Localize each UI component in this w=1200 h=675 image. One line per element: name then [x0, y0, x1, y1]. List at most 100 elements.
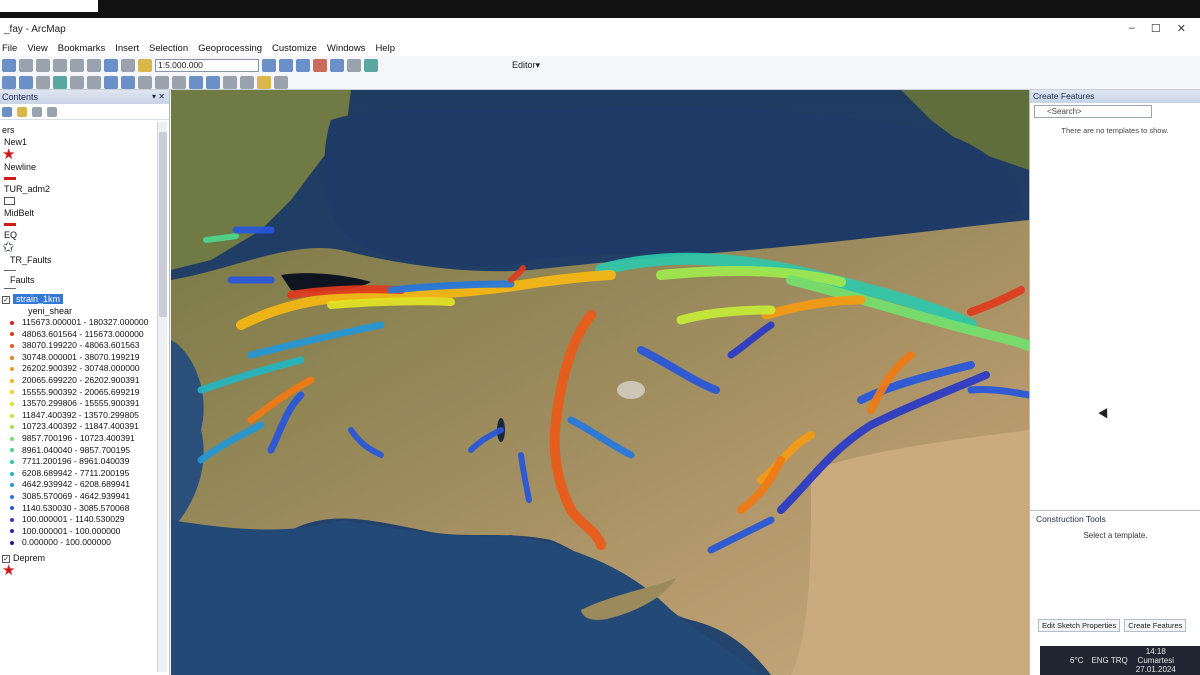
- legend-class-row[interactable]: 1140.530030 - 3085.570068: [2, 503, 169, 515]
- copy-icon[interactable]: [53, 59, 67, 72]
- menu-selection[interactable]: Selection: [149, 43, 188, 54]
- legend-class-row[interactable]: 3085.570069 - 4642.939941: [2, 491, 169, 503]
- arctoolbox-icon[interactable]: [330, 59, 344, 72]
- template-search-input[interactable]: <Search>: [1034, 105, 1152, 118]
- legend-class-row[interactable]: 115673.000001 - 180327.000000: [2, 317, 169, 329]
- map-view[interactable]: [171, 90, 1029, 675]
- layer-strain-1km[interactable]: ✓ strain_1km: [2, 293, 169, 305]
- undo-icon[interactable]: [104, 59, 118, 72]
- toc-scrollbar[interactable]: [157, 122, 167, 672]
- menu-geoprocessing[interactable]: Geoprocessing: [198, 43, 262, 54]
- minimize-button[interactable]: –: [1129, 22, 1135, 35]
- layers-group[interactable]: ers: [2, 124, 169, 136]
- legend-class-row[interactable]: 15555.900392 - 20065.699219: [2, 387, 169, 399]
- layer-tr-faults[interactable]: TR_Faults: [2, 254, 169, 266]
- layer-eq[interactable]: EQ: [2, 229, 169, 241]
- select-elements-icon[interactable]: [172, 76, 186, 89]
- strain-band[interactable]: [327, 297, 455, 309]
- list-by-drawing-order-icon[interactable]: [2, 106, 12, 117]
- legend-class-row[interactable]: 10723.400392 - 11847.400391: [2, 421, 169, 433]
- editor-toolbar-icon[interactable]: [262, 59, 276, 72]
- pan-icon[interactable]: [36, 76, 50, 89]
- html-popup-icon[interactable]: [274, 76, 288, 89]
- weather-temperature[interactable]: 6°C: [1070, 656, 1083, 665]
- clock[interactable]: 14:18 Cumartesi 27.01.2024: [1136, 647, 1176, 674]
- full-extent-icon[interactable]: [53, 76, 67, 89]
- globe-icon[interactable]: [206, 76, 220, 89]
- search-window-icon[interactable]: [313, 59, 327, 72]
- paste-icon[interactable]: [70, 59, 84, 72]
- select-features-icon[interactable]: [138, 76, 152, 89]
- add-data-icon[interactable]: [138, 59, 152, 72]
- create-features-header: Create Features: [1030, 90, 1200, 103]
- strain-band[interactable]: [203, 233, 239, 243]
- menu-bookmarks[interactable]: Bookmarks: [58, 43, 106, 54]
- scrollbar-thumb[interactable]: [159, 132, 167, 317]
- tab-edit-sketch-properties[interactable]: Edit Sketch Properties: [1038, 619, 1121, 632]
- layer-deprem[interactable]: ✓ Deprem: [2, 552, 169, 564]
- layer-visibility-checkbox[interactable]: ✓: [2, 295, 10, 304]
- redo-icon[interactable]: [121, 59, 135, 72]
- close-button[interactable]: ✕: [1177, 22, 1186, 35]
- table-of-contents: Contents ▾ ✕ ers New1 ★ Newline TUR_adm2…: [0, 90, 170, 675]
- hyperlink-icon[interactable]: [257, 76, 271, 89]
- layer-tur-adm2[interactable]: TUR_adm2: [2, 183, 169, 195]
- layer-midbelt[interactable]: MidBelt: [2, 207, 169, 219]
- menu-insert[interactable]: Insert: [115, 43, 139, 54]
- editor-menu[interactable]: Editor▾: [512, 60, 540, 71]
- model-builder-icon[interactable]: [364, 59, 378, 72]
- fixed-zoom-in-icon[interactable]: [70, 76, 84, 89]
- print-icon[interactable]: [19, 59, 33, 72]
- legend-class-row[interactable]: 26202.900392 - 30748.000000: [2, 363, 169, 375]
- clear-selection-icon[interactable]: [155, 76, 169, 89]
- cut-icon[interactable]: [36, 59, 50, 72]
- legend-class-row[interactable]: 6208.689942 - 7711.200195: [2, 468, 169, 480]
- delete-icon[interactable]: [87, 59, 101, 72]
- legend-class-row[interactable]: 0.000000 - 100.000000: [2, 537, 169, 549]
- python-window-icon[interactable]: [347, 59, 361, 72]
- map-scale-input[interactable]: 1:5.000.000: [155, 59, 259, 72]
- toc-close-icon[interactable]: ▾ ✕: [152, 90, 165, 104]
- layer-newline[interactable]: Newline: [2, 161, 169, 173]
- save-icon[interactable]: [2, 59, 16, 72]
- list-by-visibility-icon[interactable]: [32, 106, 42, 117]
- find-icon[interactable]: [223, 76, 237, 89]
- menu-file[interactable]: File: [2, 43, 17, 54]
- legend-class-row[interactable]: 30748.000001 - 38070.199219: [2, 352, 169, 364]
- legend-range-label: 15555.900392 - 20065.699219: [22, 386, 140, 397]
- forward-extent-icon[interactable]: [121, 76, 135, 89]
- identify-icon[interactable]: [189, 76, 203, 89]
- menu-customize[interactable]: Customize: [272, 43, 317, 54]
- zoom-out-icon[interactable]: [19, 76, 33, 89]
- list-by-selection-icon[interactable]: [47, 106, 57, 117]
- legend-class-row[interactable]: 48063.601564 - 115673.000000: [2, 329, 169, 341]
- legend-class-row[interactable]: 38070.199220 - 48063.601563: [2, 340, 169, 352]
- legend-class-row[interactable]: 8961.040040 - 9857.700195: [2, 445, 169, 457]
- tab-create-features[interactable]: Create Features: [1124, 619, 1187, 632]
- layer-new1[interactable]: New1: [2, 136, 169, 148]
- menu-windows[interactable]: Windows: [327, 43, 366, 54]
- legend-class-row[interactable]: 11847.400392 - 13570.299805: [2, 410, 169, 422]
- legend-class-row[interactable]: 100.000001 - 100.000000: [2, 526, 169, 538]
- language-indicator[interactable]: ENG TRQ: [1091, 656, 1127, 665]
- legend-class-row[interactable]: 100.000001 - 1140.530029: [2, 514, 169, 526]
- list-by-source-icon[interactable]: [17, 106, 27, 117]
- selected-layer-name[interactable]: strain_1km: [13, 294, 64, 304]
- legend-class-row[interactable]: 20065.699220 - 26202.900391: [2, 375, 169, 387]
- bezel-highlight: [0, 0, 98, 12]
- fixed-zoom-out-icon[interactable]: [87, 76, 101, 89]
- back-extent-icon[interactable]: [104, 76, 118, 89]
- layer-faults[interactable]: Faults: [2, 274, 169, 286]
- catalog-window-icon[interactable]: [296, 59, 310, 72]
- zoom-in-icon[interactable]: [2, 76, 16, 89]
- legend-class-row[interactable]: 13570.299806 - 15555.900391: [2, 398, 169, 410]
- toc-window-icon[interactable]: [279, 59, 293, 72]
- maximize-button[interactable]: ☐: [1151, 22, 1161, 35]
- menu-help[interactable]: Help: [375, 43, 395, 54]
- legend-class-row[interactable]: 4642.939942 - 6208.689941: [2, 479, 169, 491]
- menu-view[interactable]: View: [27, 43, 47, 54]
- measure-icon[interactable]: [240, 76, 254, 89]
- map-canvas[interactable]: [171, 90, 1029, 675]
- legend-class-row[interactable]: 9857.700196 - 10723.400391: [2, 433, 169, 445]
- legend-class-row[interactable]: 7711.200196 - 8961.040039: [2, 456, 169, 468]
